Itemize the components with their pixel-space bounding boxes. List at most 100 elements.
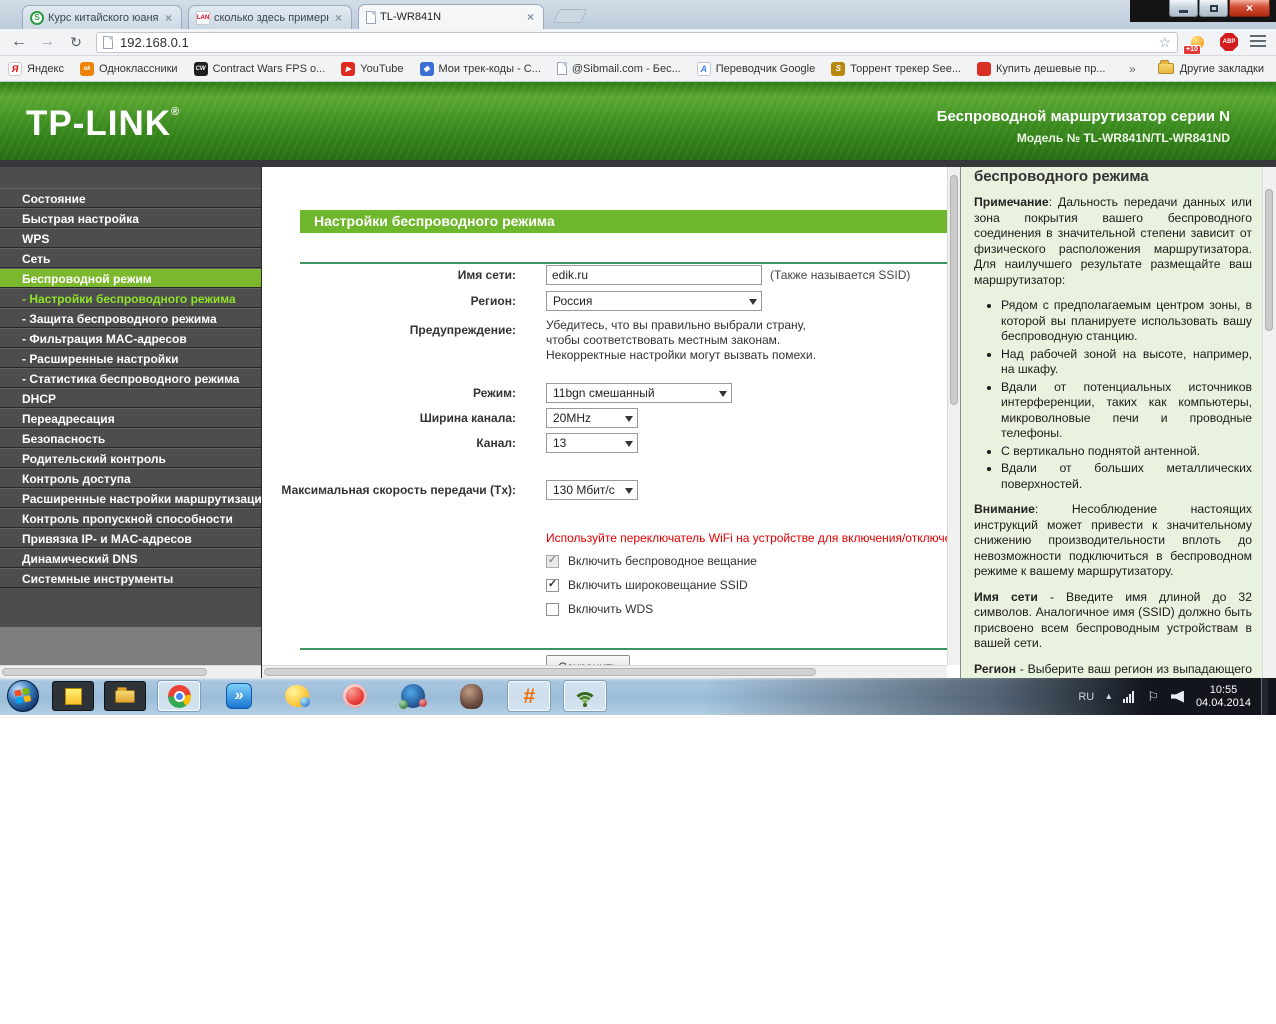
page-icon xyxy=(556,62,567,75)
sidebar-item-advanced-routing[interactable]: Расширенные настройки маршрутизации xyxy=(0,488,261,508)
sidebar-item-wireless[interactable]: Беспроводной режим xyxy=(0,268,261,288)
sharp-icon: # xyxy=(523,684,535,708)
taskbar-explorer[interactable] xyxy=(104,681,146,711)
tab-close-icon[interactable]: × xyxy=(525,10,536,24)
taskbar-game[interactable] xyxy=(450,681,492,711)
bookmark-star-icon[interactable]: ☆ xyxy=(1158,34,1171,51)
tab-currency[interactable]: S Курс китайского юаня к × xyxy=(22,5,182,29)
sidebar-item-wireless-settings[interactable]: - Настройки беспроводного режима xyxy=(0,288,261,308)
start-button[interactable] xyxy=(6,679,40,713)
sidebar-item-bandwidth-control[interactable]: Контроль пропускной способности xyxy=(0,508,261,528)
network-signal-icon[interactable] xyxy=(1123,690,1135,703)
new-tab-button[interactable] xyxy=(552,9,588,23)
channel-select[interactable]: 13 xyxy=(546,433,638,453)
sidebar-item-forwarding[interactable]: Переадресация xyxy=(0,408,261,428)
tab-router-active[interactable]: TL-WR841N × xyxy=(358,4,544,29)
back-button[interactable]: ← xyxy=(6,31,32,53)
taskbar-download-master[interactable]: » xyxy=(218,681,260,711)
region-value: Россия xyxy=(553,294,593,308)
header-divider xyxy=(0,160,1276,167)
channel-width-select[interactable]: 20MHz xyxy=(546,408,638,428)
bookmarks-overflow-chevron[interactable]: » xyxy=(1129,62,1136,76)
adblock-extension-icon[interactable]: ABP xyxy=(1218,32,1240,52)
tx-rate-select[interactable]: 130 Мбит/с xyxy=(546,480,638,500)
scrollbar-thumb[interactable] xyxy=(264,668,816,676)
translate-icon: A xyxy=(696,61,711,76)
help-bullet: С вертикально поднятой антенной. xyxy=(1001,444,1252,460)
taskbar-chrome[interactable] xyxy=(158,681,200,711)
bookmark-sibmail[interactable]: @Sibmail.com - Бес... xyxy=(556,62,681,75)
region-select[interactable]: Россия xyxy=(546,291,762,311)
bookmark-torrent-tracker[interactable]: S Торрент трекер See... xyxy=(831,61,961,76)
youtube-icon: ▶ xyxy=(341,61,356,76)
bookmark-odnoklassniki[interactable]: ok Одноклассники xyxy=(80,61,178,76)
tab-close-icon[interactable]: × xyxy=(333,11,344,25)
hidden-icons-arrow-icon[interactable]: ▴ xyxy=(1106,691,1111,702)
sidebar-item-quick-setup[interactable]: Быстрая настройка xyxy=(0,208,261,228)
taskbar-media-player[interactable] xyxy=(334,681,376,711)
system-tray: RU ▴ ⚐ 10:55 04.04.2014 xyxy=(1078,678,1268,715)
bookmark-google-translate[interactable]: A Переводчик Google xyxy=(696,61,815,76)
help-note-label: Примечание xyxy=(974,195,1049,209)
help-heading: беспроводного режима xyxy=(974,168,1149,185)
wds-checkbox[interactable] xyxy=(546,602,559,616)
minimize-button[interactable] xyxy=(1169,0,1198,17)
restore-button[interactable] xyxy=(1199,0,1228,17)
bookmark-youtube[interactable]: ▶ YouTube xyxy=(341,61,404,76)
sidebar-item-access-control[interactable]: Контроль доступа xyxy=(0,468,261,488)
taskbar-sticky-notes[interactable] xyxy=(52,681,94,711)
mode-select[interactable]: 11bgn смешанный xyxy=(546,383,732,403)
help-vertical-scrollbar[interactable] xyxy=(1262,167,1276,678)
sidebar-item-dynamic-dns[interactable]: Динамический DNS xyxy=(0,548,261,568)
ssid-input[interactable] xyxy=(546,265,762,285)
help-region: Регион - Выберите ваш регион из выпадающ… xyxy=(974,662,1252,679)
sidebar-item-mac-filtering[interactable]: - Фильтрация MAC-адресов xyxy=(0,328,261,348)
scrollbar-thumb[interactable] xyxy=(1265,189,1273,331)
sidebar-item-wireless-statistics[interactable]: - Статистика беспроводного режима xyxy=(0,368,261,388)
taskbar-qip[interactable] xyxy=(276,681,318,711)
sidebar-item-system-tools[interactable]: Системные инструменты xyxy=(0,568,261,588)
wireless-radio-checkbox[interactable]: ✓ xyxy=(546,554,559,568)
taskbar-globe-app[interactable] xyxy=(392,681,434,711)
sidebar-horizontal-scrollbar[interactable] xyxy=(0,665,261,678)
sidebar-item-advanced-settings[interactable]: - Расширенные настройки xyxy=(0,348,261,368)
show-desktop-button[interactable] xyxy=(1261,678,1268,715)
chrome-menu-button[interactable] xyxy=(1250,35,1268,49)
sidebar-item-network[interactable]: Сеть xyxy=(0,248,261,268)
wifi-icon xyxy=(572,685,598,707)
reload-button[interactable]: ↻ xyxy=(63,31,89,53)
sidebar-item-status[interactable]: Состояние xyxy=(0,188,261,208)
bookmark-contract-wars[interactable]: CW Contract Wars FPS o... xyxy=(193,61,325,76)
speaker-icon[interactable] xyxy=(1170,690,1184,703)
sidebar-item-security[interactable]: Безопасность xyxy=(0,428,261,448)
weather-extension-icon[interactable]: +10 xyxy=(1183,32,1208,55)
taskbar-wifi-app[interactable] xyxy=(564,681,606,711)
main-vertical-scrollbar[interactable] xyxy=(947,167,960,665)
warning-label: Предупреждение: xyxy=(409,323,516,337)
tab-question[interactable]: LAN сколько здесь примерно × xyxy=(188,5,352,29)
scrollbar-thumb[interactable] xyxy=(2,668,207,676)
channel-value: 13 xyxy=(553,436,567,450)
sidebar-item-dhcp[interactable]: DHCP xyxy=(0,388,261,408)
other-bookmarks-folder[interactable]: Другие закладки xyxy=(1157,60,1264,75)
tab-close-icon[interactable]: × xyxy=(163,11,174,25)
windows-taskbar: » # RU ▴ ⚐ 10:55 04.04.2014 xyxy=(0,678,1276,715)
taskbar-sharp-app[interactable]: # xyxy=(508,681,550,711)
sidebar-item-wps[interactable]: WPS xyxy=(0,228,261,248)
sidebar-item-parental-control[interactable]: Родительский контроль xyxy=(0,448,261,468)
action-center-flag-icon[interactable]: ⚐ xyxy=(1147,689,1159,705)
bookmark-track-codes[interactable]: ◆ Мои трек-коды - С... xyxy=(419,61,541,76)
scrollbar-thumb[interactable] xyxy=(950,175,958,405)
ssid-broadcast-checkbox[interactable]: ✓ xyxy=(546,578,559,592)
sidebar-item-wireless-security[interactable]: - Защита беспроводного режима xyxy=(0,308,261,328)
language-indicator[interactable]: RU xyxy=(1078,691,1094,703)
address-bar[interactable]: 192.168.0.1 ☆ xyxy=(96,32,1178,53)
main-horizontal-scrollbar[interactable] xyxy=(262,665,947,678)
bookmark-yandex[interactable]: Я Яндекс xyxy=(8,61,64,76)
close-button[interactable]: × xyxy=(1229,0,1270,17)
tray-clock[interactable]: 10:55 04.04.2014 xyxy=(1196,684,1251,710)
forward-button[interactable]: → xyxy=(34,31,60,53)
bookmark-label: Другие закладки xyxy=(1179,62,1264,75)
bookmark-shop[interactable]: Купить дешевые пр... xyxy=(977,61,1105,76)
sidebar-item-ip-mac-binding[interactable]: Привязка IP- и MAC-адресов xyxy=(0,528,261,548)
